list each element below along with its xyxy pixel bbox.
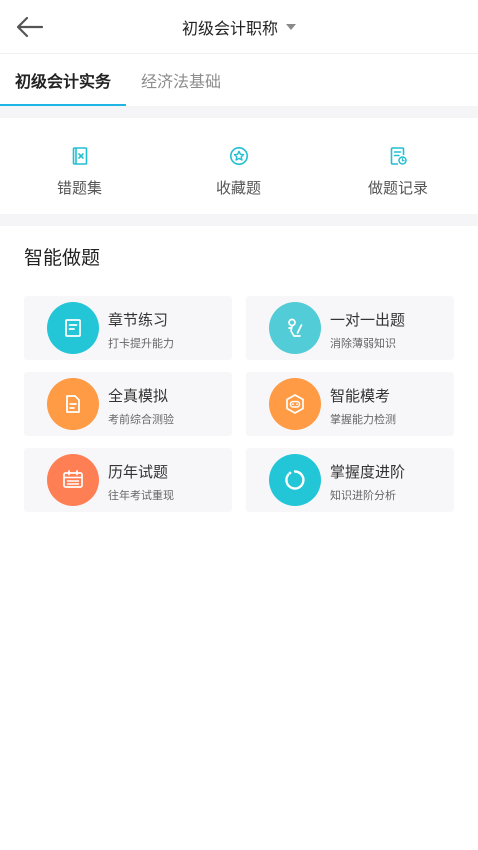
error-book-icon xyxy=(72,147,87,165)
card-subtitle: 往年考试重现 xyxy=(108,489,174,502)
person-icon xyxy=(269,302,321,354)
divider xyxy=(0,214,478,226)
page-title: 初级会计职称 xyxy=(181,19,278,38)
card-title: 历年试题 xyxy=(108,463,169,481)
error-book-button[interactable]: 错题集 xyxy=(0,118,159,214)
chapter-practice-card[interactable]: 章节练习 打卡提升能力 xyxy=(24,296,232,360)
full-mock-card[interactable]: 全真模拟 考前综合测验 xyxy=(24,372,232,436)
card-title: 智能模考 xyxy=(330,387,391,405)
card-subtitle: 考前综合测验 xyxy=(108,413,174,426)
paper-icon xyxy=(47,378,99,430)
robot-icon xyxy=(269,378,321,430)
caret-down-icon xyxy=(286,24,296,30)
card-subtitle: 消除薄弱知识 xyxy=(330,337,396,350)
one-on-one-card[interactable]: 一对一出题 消除薄弱知识 xyxy=(246,296,454,360)
card-title: 掌握度进阶 xyxy=(330,463,406,481)
record-label: 做题记录 xyxy=(367,179,428,197)
top-bar: 初级会计职称 xyxy=(0,0,478,54)
subject-tabs: 初级会计实务 经济法基础 xyxy=(0,54,478,106)
card-title: 章节练习 xyxy=(108,311,169,329)
star-icon xyxy=(229,147,248,165)
record-button[interactable]: 做题记录 xyxy=(318,118,478,214)
record-icon xyxy=(390,147,407,165)
section-title: 智能做题 xyxy=(24,247,101,269)
past-exams-card[interactable]: 历年试题 往年考试重现 xyxy=(24,448,232,512)
error-book-label: 错题集 xyxy=(56,179,102,197)
card-subtitle: 知识进阶分析 xyxy=(330,489,396,502)
quick-actions: 错题集 收藏题 做题记录 xyxy=(0,118,478,214)
smart-exam-card[interactable]: 智能模考 掌握能力检测 xyxy=(246,372,454,436)
favorites-label: 收藏题 xyxy=(215,179,261,197)
mastery-advance-card[interactable]: 掌握度进阶 知识进阶分析 xyxy=(246,448,454,512)
progress-ring-icon xyxy=(269,454,321,506)
card-title: 一对一出题 xyxy=(330,311,406,329)
card-subtitle: 打卡提升能力 xyxy=(108,337,174,350)
favorites-button[interactable]: 收藏题 xyxy=(159,118,318,214)
card-subtitle: 掌握能力检测 xyxy=(330,413,396,426)
divider xyxy=(0,106,478,118)
title-selector[interactable]: 初级会计职称 xyxy=(0,0,478,54)
calendar-icon xyxy=(47,454,99,506)
tab-economic-law[interactable]: 经济法基础 xyxy=(126,54,236,106)
tab-accounting-practice[interactable]: 初级会计实务 xyxy=(0,54,126,106)
card-title: 全真模拟 xyxy=(108,387,169,405)
document-icon xyxy=(47,302,99,354)
